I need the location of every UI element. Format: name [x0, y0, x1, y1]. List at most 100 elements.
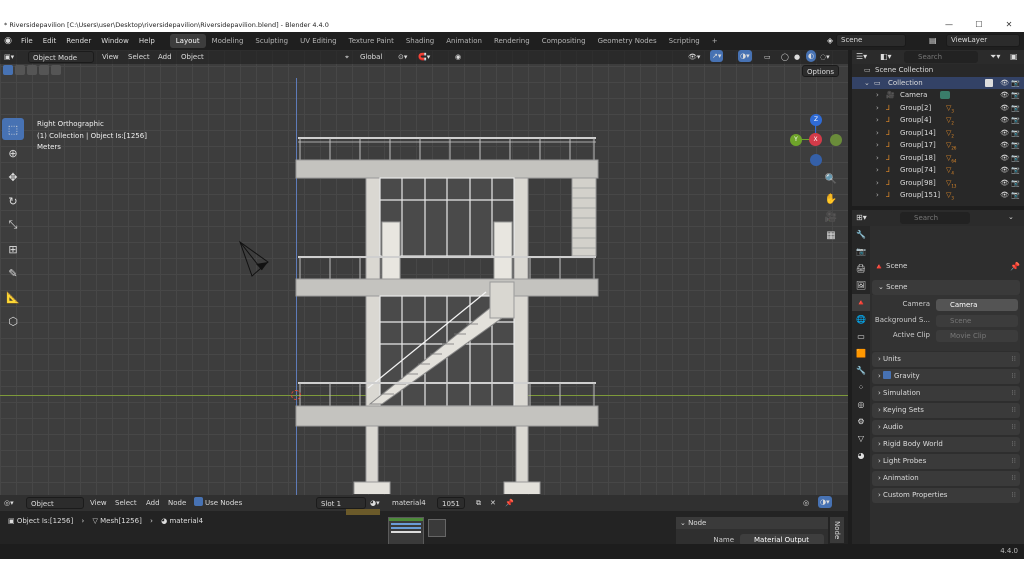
select-invert-icon[interactable]: [39, 65, 49, 75]
panel-rigid-body-world[interactable]: › Rigid Body World ⁞⁞: [872, 437, 1020, 452]
cursor-tool-icon[interactable]: ⊕: [2, 142, 24, 164]
outliner-scene-collection[interactable]: ▭ Scene Collection: [852, 64, 1024, 77]
scene-panel-header[interactable]: ⌄ Scene: [872, 280, 1020, 295]
visibility-eye-icon[interactable]: 👁 📷: [1000, 127, 1020, 140]
shader-type-selector[interactable]: Object: [26, 497, 84, 509]
gizmo-z-axis[interactable]: Z: [810, 114, 822, 126]
3d-viewport[interactable]: ▣▾ Object Mode View Select Add Object ⌖ …: [0, 50, 848, 495]
wireframe-shading-icon[interactable]: ◯: [781, 51, 789, 63]
zoom-icon[interactable]: 🔍: [822, 170, 840, 188]
outliner-collection[interactable]: ⌄ ▭ Collection 👁 📷: [852, 76, 1024, 90]
visibility-eye-icon[interactable]: 👁 📷: [1000, 189, 1020, 202]
tab-modeling[interactable]: Modeling: [206, 34, 250, 48]
output-node-thumbnail[interactable]: [428, 519, 446, 537]
outliner-item[interactable]: › ⅃ Group[18] ▽64 👁 📷: [852, 152, 1024, 165]
select-new-icon[interactable]: [3, 65, 13, 75]
shader-node-thumbnail[interactable]: [388, 517, 424, 545]
panel-units[interactable]: › Units ⁞⁞: [872, 352, 1020, 367]
material-sphere-icon[interactable]: ◕▾: [370, 497, 380, 509]
tab-rendering[interactable]: Rendering: [488, 34, 536, 48]
collection-checkbox-icon[interactable]: [985, 78, 993, 87]
solid-shading-icon[interactable]: ●: [794, 51, 800, 63]
outliner-item[interactable]: › ⅃ Group[14] ▽2 👁 📷: [852, 127, 1024, 140]
pavilion-model[interactable]: [290, 132, 608, 494]
panel-audio[interactable]: › Audio ⁞⁞: [872, 420, 1020, 435]
tab-layout[interactable]: Layout: [169, 34, 206, 48]
data-tab-icon[interactable]: ▽: [852, 430, 870, 447]
node-menu-add[interactable]: Add: [146, 497, 160, 509]
properties-search-input[interactable]: Search: [900, 212, 970, 224]
drag-handle-icon[interactable]: ⁞⁞: [1012, 437, 1016, 452]
outliner-item[interactable]: › ⅃ Group[4] ▽2 👁 📷: [852, 114, 1024, 127]
rotate-tool-icon[interactable]: ↻: [2, 190, 24, 212]
visibility-eye-icon[interactable]: 👁 📷: [1000, 102, 1020, 115]
expand-chevron-icon[interactable]: ›: [876, 177, 879, 190]
menu-file[interactable]: File: [16, 32, 38, 50]
object-tab-icon[interactable]: 🟧: [852, 345, 870, 362]
viewlayer-selector[interactable]: ViewLayer: [946, 34, 1020, 47]
constraints-tab-icon[interactable]: ⚙: [852, 413, 870, 430]
visibility-eye-icon[interactable]: 👁 📷: [1000, 177, 1020, 190]
filter-icon[interactable]: ⏷▾: [990, 52, 1000, 62]
pin-node-tree-icon[interactable]: 📌: [505, 497, 514, 509]
node-menu-node[interactable]: Node: [168, 497, 186, 509]
panel-light-probes[interactable]: › Light Probes ⁞⁞: [872, 454, 1020, 469]
tab-compositing[interactable]: Compositing: [536, 34, 592, 48]
select-box-tool-icon[interactable]: ⬚: [2, 118, 24, 140]
material-name-field[interactable]: material4: [392, 497, 426, 509]
panel-animation[interactable]: › Animation ⁞⁞: [872, 471, 1020, 486]
expand-chevron-icon[interactable]: ⌄: [864, 77, 870, 90]
menu-window[interactable]: Window: [96, 32, 134, 50]
outliner-item[interactable]: › ⅃ Group[74] ▽4 👁 📷: [852, 164, 1024, 177]
visibility-eye-icon[interactable]: 👁 📷: [1000, 89, 1020, 102]
transform-tool-icon[interactable]: ⊞: [2, 238, 24, 260]
duplicate-material-icon[interactable]: ⧉: [476, 497, 481, 509]
node-editor-type-icon[interactable]: ◎▾: [4, 497, 14, 509]
expand-chevron-icon[interactable]: ›: [876, 127, 879, 140]
annotate-tool-icon[interactable]: ✎: [2, 262, 24, 284]
add-workspace-button[interactable]: +: [706, 34, 724, 48]
pivot-icon[interactable]: ⊙▾: [398, 51, 407, 63]
node-thumbnail-top[interactable]: [346, 509, 380, 515]
material-shading-icon[interactable]: ◐: [806, 50, 817, 62]
tab-scripting[interactable]: Scripting: [663, 34, 706, 48]
select-intersect-icon[interactable]: [51, 65, 61, 75]
overlay-toggle-icon[interactable]: ◑▾: [738, 50, 752, 62]
tool-tab-icon[interactable]: 🔧: [852, 226, 870, 243]
viewport-menu-add[interactable]: Add: [158, 51, 172, 63]
node-overlay-icon[interactable]: ◑▾: [818, 496, 832, 508]
expand-panel-icon[interactable]: ⌄: [1008, 213, 1014, 221]
options-dropdown[interactable]: Options: [802, 65, 840, 77]
background-scene-field[interactable]: Scene: [936, 315, 1018, 327]
perspective-grid-icon[interactable]: ▦: [822, 226, 840, 244]
outliner-item[interactable]: › ⅃ Group[17] ▽26 👁 📷: [852, 139, 1024, 152]
slot-selector[interactable]: Slot 1: [316, 497, 366, 509]
visibility-eye-icon[interactable]: 👁 📷: [1000, 114, 1020, 127]
viewport-menu-select[interactable]: Select: [128, 51, 150, 63]
camera-field[interactable]: Camera: [936, 299, 1018, 311]
node-menu-view[interactable]: View: [90, 497, 107, 509]
drag-handle-icon[interactable]: ⁞⁞: [1012, 488, 1016, 503]
rendered-shading-icon[interactable]: ◌▾: [820, 51, 830, 63]
gravity-checkbox[interactable]: [883, 371, 892, 379]
drag-handle-icon[interactable]: ⁞⁞: [1012, 352, 1016, 367]
navigation-gizmo[interactable]: Z Y X: [788, 112, 844, 168]
drag-handle-icon[interactable]: ⁞⁞: [1012, 403, 1016, 418]
visibility-eye-icon[interactable]: 👁 📷: [1000, 164, 1020, 177]
modifier-tab-icon[interactable]: 🔧: [852, 362, 870, 379]
editor-type-icon[interactable]: ▣▾: [4, 51, 20, 63]
drag-handle-icon[interactable]: ⁞⁞: [1012, 454, 1016, 469]
outliner-editor-icon[interactable]: ☰▾: [856, 52, 867, 61]
unlink-material-icon[interactable]: ✕: [490, 497, 496, 509]
material-tab-icon[interactable]: ◕: [852, 447, 870, 464]
add-cube-tool-icon[interactable]: ⬡: [2, 310, 24, 332]
world-tab-icon[interactable]: 🌐: [852, 311, 870, 328]
pan-hand-icon[interactable]: ✋: [822, 190, 840, 208]
tab-uv-editing[interactable]: UV Editing: [294, 34, 343, 48]
new-collection-icon[interactable]: ▣: [1010, 52, 1018, 61]
panel-simulation[interactable]: › Simulation ⁞⁞: [872, 386, 1020, 401]
orientation-selector[interactable]: Global: [360, 51, 382, 63]
expand-chevron-icon[interactable]: ›: [876, 89, 879, 102]
drag-handle-icon[interactable]: ⁞⁞: [1012, 471, 1016, 486]
scene-selector[interactable]: Scene: [836, 34, 906, 47]
